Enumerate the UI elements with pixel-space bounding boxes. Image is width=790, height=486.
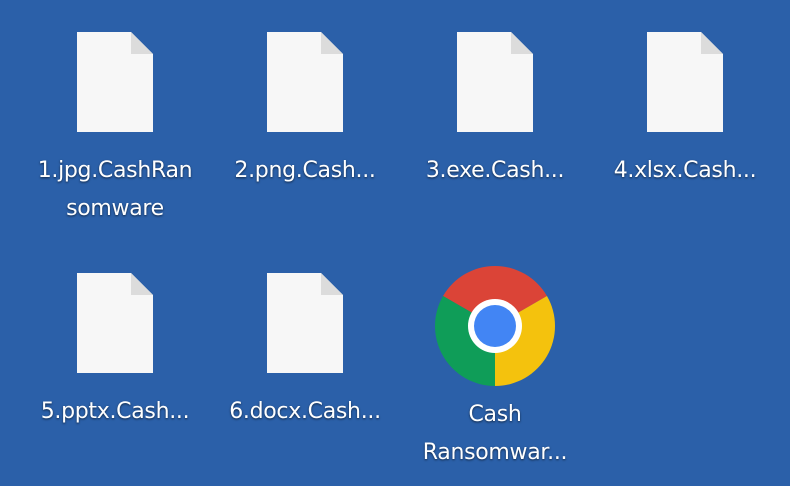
file-label: 5.pptx.Cash... [40, 399, 190, 424]
file-label: 4.xlsx.Cash... [613, 158, 757, 183]
file-label: 3.exe.Cash... [425, 158, 565, 183]
blank-file-icon [647, 32, 723, 132]
blank-file-icon [267, 273, 343, 373]
blank-file-icon [457, 32, 533, 132]
blank-file-icon [77, 273, 153, 373]
file-label: 6.docx.Cash... [229, 399, 381, 424]
desktop-file-6[interactable]: 6.docx.Cash... [212, 273, 398, 431]
desktop-file-3[interactable]: 3.exe.Cash... [402, 32, 588, 190]
shortcut-label: Cash Ransomwar... [422, 402, 568, 465]
desktop-file-1[interactable]: 1.jpg.CashRan somware [22, 32, 208, 228]
file-label: 1.jpg.CashRan somware [37, 158, 193, 221]
blank-file-icon [267, 32, 343, 132]
desktop-file-4[interactable]: 4.xlsx.Cash... [592, 32, 778, 190]
desktop-file-5[interactable]: 5.pptx.Cash... [22, 273, 208, 431]
chrome-icon [435, 266, 555, 386]
desktop-shortcut-cash-ransomware[interactable]: Cash Ransomwar... [402, 266, 588, 472]
desktop-file-2[interactable]: 2.png.Cash... [212, 32, 398, 190]
file-label: 2.png.Cash... [234, 158, 376, 183]
blank-file-icon [77, 32, 153, 132]
